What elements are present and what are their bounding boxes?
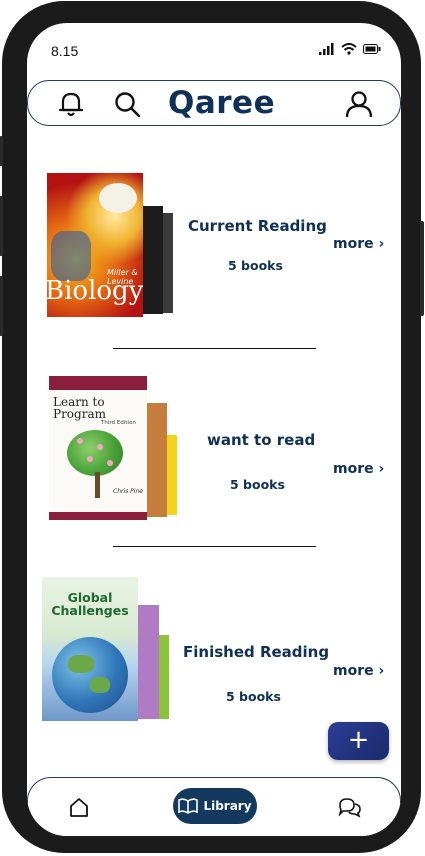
- book-cover-global-challenges: Global Challenges: [42, 577, 138, 721]
- top-bar: Qaree: [27, 80, 401, 126]
- home-icon[interactable]: [68, 796, 90, 818]
- battery-icon: [363, 44, 381, 54]
- shelf-title: Finished Reading: [183, 643, 330, 661]
- volume-up-button: [0, 196, 3, 256]
- cover-top-band: [49, 376, 147, 390]
- tree-trunk: [95, 472, 100, 498]
- cover-edition: Third Edition: [101, 420, 136, 426]
- app-logo: Qaree: [168, 85, 276, 121]
- status-time: 8.15: [51, 43, 79, 59]
- bell-icon[interactable]: [56, 89, 86, 119]
- book-open-icon: [178, 798, 199, 814]
- shelf-count: 5 books: [228, 258, 283, 273]
- phone-frame: 8.15 Qaree Miller & Levine Biology Curre…: [0, 1, 424, 853]
- shelf-count: 5 books: [230, 477, 285, 492]
- status-bar: 8.15: [27, 23, 401, 73]
- screen: 8.15 Qaree Miller & Levine Biology Curre…: [27, 23, 401, 836]
- shelf-want-to-read[interactable]: Learn to Program Third Edition Chris Pin…: [27, 373, 401, 543]
- shelf-title: want to read: [207, 431, 316, 449]
- cover-title: Biology: [47, 276, 143, 306]
- more-link[interactable]: more ›: [333, 461, 384, 477]
- more-link[interactable]: more ›: [333, 236, 384, 252]
- parrot-wing: [51, 231, 91, 281]
- cover-title: Global Challenges: [51, 590, 129, 618]
- shelf-finished-reading[interactable]: Global Challenges Finished Reading 5 boo…: [27, 575, 401, 745]
- divider: [113, 546, 316, 547]
- shelf-current-reading[interactable]: Miller & Levine Biology Current Reading …: [27, 171, 401, 341]
- shelf-count: 5 books: [226, 689, 281, 704]
- search-icon[interactable]: [112, 89, 142, 119]
- power-button: [420, 221, 424, 316]
- signal-icon: [319, 43, 334, 55]
- globe-image: [52, 637, 128, 713]
- shelf-title: Current Reading: [188, 217, 327, 235]
- cover-bottom-band: [49, 512, 147, 520]
- parrot-head: [99, 183, 137, 213]
- cover-author: Chris Pine: [113, 488, 143, 495]
- tree-crown: [67, 430, 123, 476]
- add-book-button[interactable]: +: [328, 722, 389, 760]
- library-tab-label: Library: [203, 799, 252, 813]
- cover-title: Learn to Program: [53, 395, 106, 421]
- chat-icon[interactable]: [338, 796, 362, 818]
- bottom-nav: Library: [27, 777, 401, 836]
- book-cover-biology: Miller & Levine Biology: [47, 173, 143, 317]
- book-cover-learn-to-program: Learn to Program Third Edition Chris Pin…: [49, 376, 147, 520]
- library-tab[interactable]: Library: [173, 788, 257, 824]
- mute-switch: [0, 136, 3, 166]
- book-cover-stack: [135, 605, 159, 719]
- status-icons: [319, 43, 381, 55]
- wifi-icon: [341, 43, 357, 55]
- volume-down-button: [0, 276, 3, 336]
- profile-icon[interactable]: [344, 89, 374, 119]
- divider: [113, 348, 316, 349]
- more-link[interactable]: more ›: [333, 663, 384, 679]
